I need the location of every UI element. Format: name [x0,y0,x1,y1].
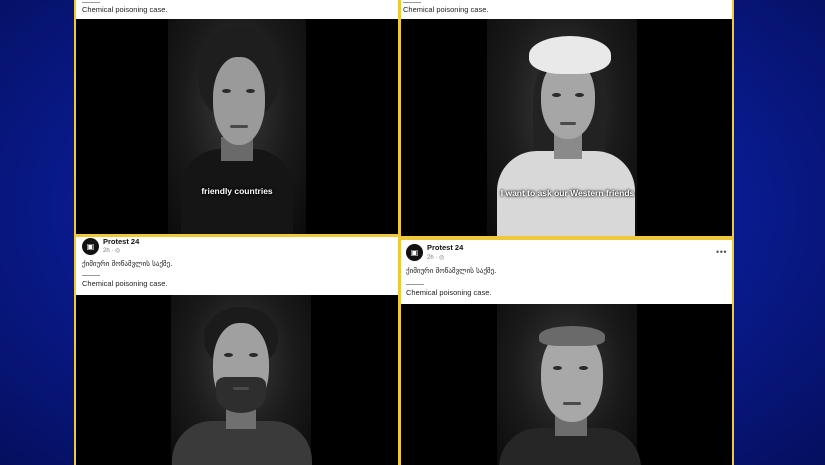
post-header: ▣ Protest 24 2h · ◎ ქიმიური მოწამვლის სა… [76,237,398,295]
video-player[interactable] [401,304,732,465]
video-player[interactable]: I want to ask our Western friends [401,19,732,236]
caption-georgian: ქიმიური მოწამვლის საქმე. [406,267,497,275]
post-header: Chemical poisoning case. [76,0,398,19]
post-header: ▣ Protest 24 2h · ◎ ••• ქიმიური მოწამვლი… [401,240,732,304]
post-timestamp[interactable]: 2h · ◎ [427,254,444,261]
video-player[interactable] [76,295,398,465]
page-name[interactable]: Protest 24 [103,237,139,246]
page-name[interactable]: Protest 24 [427,243,463,252]
video-player[interactable]: friendly countries [76,19,398,234]
page-avatar[interactable]: ▣ [406,244,423,261]
caption-divider [406,284,424,285]
speaker-figure [76,19,398,234]
speaker-figure [401,304,732,465]
more-options-icon[interactable]: ••• [716,247,727,257]
caption-georgian: ქიმიური მოწამვლის საქმე. [82,260,173,268]
speaker-figure [401,19,732,236]
post-card-1[interactable]: Chemical poisoning case. friendly countr… [76,0,398,234]
caption-english: Chemical poisoning case. [403,5,489,14]
post-card-3[interactable]: ▣ Protest 24 2h · ◎ ქიმიური მოწამვლის სა… [76,237,398,465]
caption-divider [82,275,100,276]
caption-english: Chemical poisoning case. [406,288,492,297]
caption-divider [403,2,421,3]
page-avatar[interactable]: ▣ [82,238,99,255]
video-subtitle: friendly countries [201,186,273,196]
post-card-4[interactable]: ▣ Protest 24 2h · ◎ ••• ქიმიური მოწამვლი… [401,240,732,465]
caption-english: Chemical poisoning case. [82,5,168,14]
post-header: Chemical poisoning case. [401,0,732,19]
post-card-2[interactable]: Chemical poisoning case. I want to ask o… [401,0,732,236]
page-logo-icon: ▣ [86,242,95,251]
caption-divider [82,2,100,3]
speaker-figure [76,295,398,465]
post-collage: Chemical poisoning case. friendly countr… [74,0,734,465]
video-subtitle: I want to ask our Western friends [500,188,635,198]
page-logo-icon: ▣ [410,248,419,257]
post-timestamp[interactable]: 2h · ◎ [103,247,120,254]
caption-english: Chemical poisoning case. [82,279,168,288]
